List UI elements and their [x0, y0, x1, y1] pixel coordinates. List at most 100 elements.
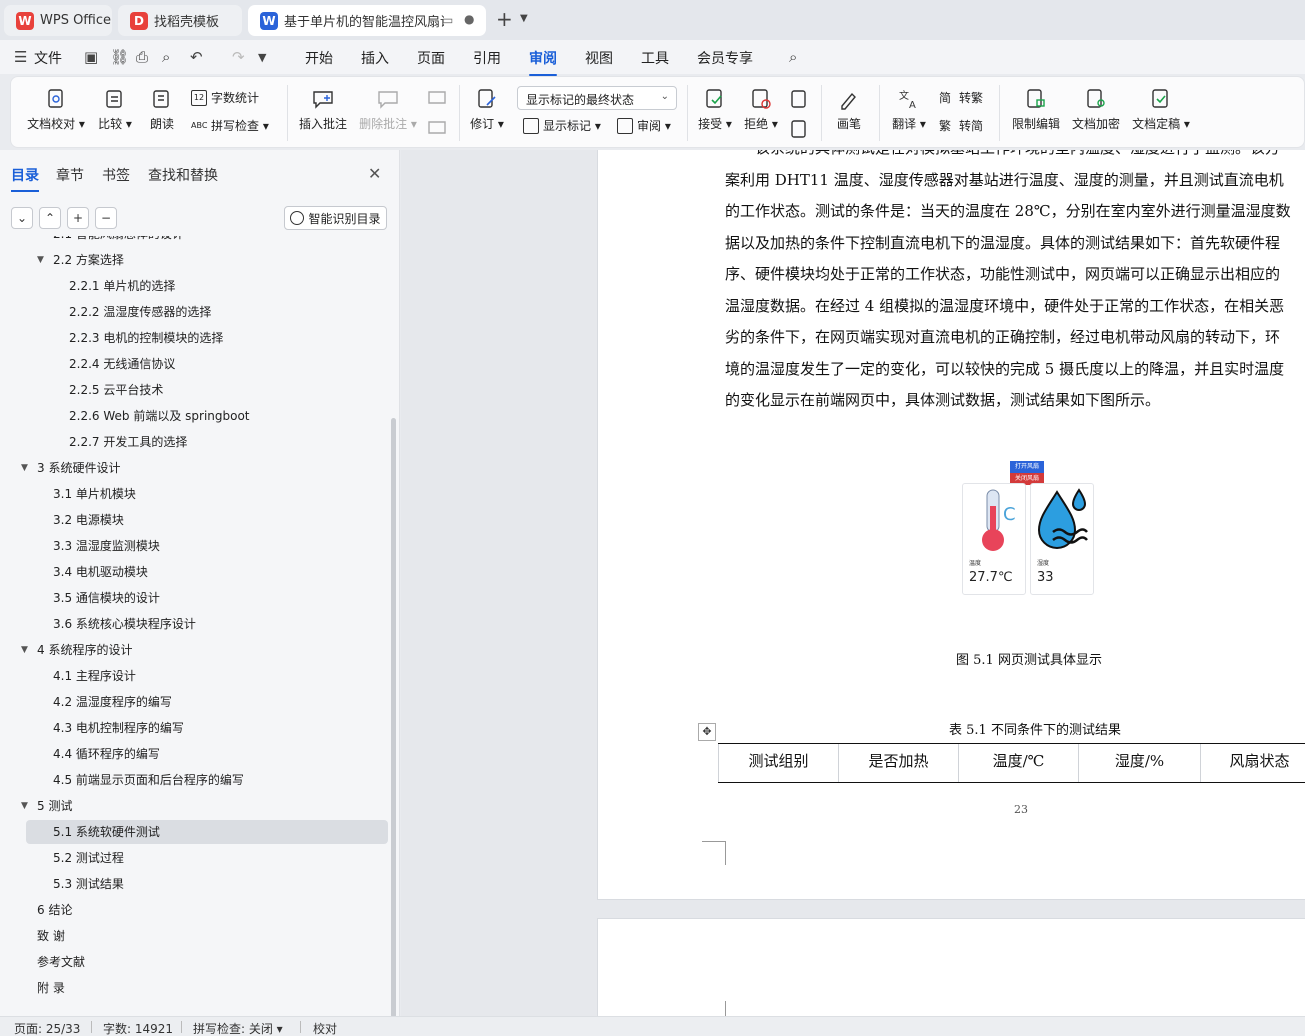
- prev-comment-button[interactable]: [425, 87, 449, 115]
- toc-item[interactable]: 3.2 电源模块: [26, 508, 388, 532]
- menu-tools[interactable]: 工具: [641, 48, 669, 68]
- expand-arrow-icon[interactable]: ▼: [21, 638, 28, 662]
- toc-item[interactable]: 2.2.6 Web 前端以及 springboot: [26, 404, 388, 428]
- read-aloud-button[interactable]: 朗读: [145, 87, 179, 132]
- toc-item[interactable]: 3.4 电机驱动模块: [26, 560, 388, 584]
- toc-item[interactable]: ▼ 4 系统程序的设计: [21, 638, 388, 662]
- more-chevron-icon[interactable]: ▼: [258, 51, 266, 64]
- markup-mode-select[interactable]: 显示标记的最终状态 ⌄: [517, 86, 677, 110]
- proofread-status[interactable]: 校对: [313, 1020, 337, 1036]
- doc-finalize-button[interactable]: 文档定稿 ▾: [1129, 87, 1193, 132]
- toc-item[interactable]: 2.2.2 温湿度传感器的选择: [26, 300, 388, 324]
- tab-sections[interactable]: 章节: [56, 165, 84, 185]
- menu-references[interactable]: 引用: [473, 48, 501, 68]
- toc-item[interactable]: 2.2.7 开发工具的选择: [26, 430, 388, 454]
- expand-all-button[interactable]: +: [67, 207, 89, 229]
- share-icon[interactable]: ⛓: [110, 48, 129, 66]
- toc-item[interactable]: 致 谢: [26, 924, 388, 948]
- menu-page[interactable]: 页面: [417, 48, 445, 68]
- toc-item[interactable]: 3.1 单片机模块: [26, 482, 388, 506]
- track-changes-button[interactable]: 修订 ▾: [467, 87, 507, 132]
- translate-button[interactable]: 文A 翻译 ▾: [889, 87, 929, 132]
- toc-item[interactable]: 参考文献: [26, 950, 388, 974]
- accept-button[interactable]: 接受 ▾: [695, 87, 735, 132]
- to-traditional-button[interactable]: 简 转繁: [939, 89, 983, 106]
- toc-item[interactable]: 3.5 通信模块的设计: [26, 586, 388, 610]
- toc-item[interactable]: 2.2.5 云平台技术: [26, 378, 388, 402]
- close-icon[interactable]: ✕: [368, 164, 381, 183]
- toc-item[interactable]: 3.6 系统核心模块程序设计: [26, 612, 388, 636]
- toc-item[interactable]: 2.2.1 单片机的选择: [26, 274, 388, 298]
- table-move-handle[interactable]: ✥: [698, 723, 716, 741]
- screen-icon[interactable]: ▭: [442, 13, 453, 27]
- toc-item[interactable]: ▼ 2.2 方案选择: [26, 248, 388, 272]
- toc-item[interactable]: 4.5 前端显示页面和后台程序的编写: [26, 768, 388, 792]
- tab-find-replace[interactable]: 查找和替换: [148, 165, 218, 185]
- toc-item[interactable]: 4.4 循环程序的编写: [26, 742, 388, 766]
- menu-review[interactable]: 审阅: [529, 48, 557, 76]
- tab-bookmarks[interactable]: 书签: [102, 165, 130, 185]
- spell-check-button[interactable]: ABC 拼写检查 ▾: [191, 117, 269, 134]
- next-comment-button[interactable]: [425, 117, 449, 145]
- toc-item[interactable]: 3.3 温湿度监测模块: [26, 534, 388, 558]
- toc-item[interactable]: 5.1 系统软硬件测试: [26, 820, 388, 844]
- toc-item[interactable]: 2.2.4 无线通信协议: [26, 352, 388, 376]
- toc-item[interactable]: 6 结论: [26, 898, 388, 922]
- expand-arrow-icon[interactable]: ▼: [21, 456, 28, 480]
- toc-item[interactable]: 4.1 主程序设计: [26, 664, 388, 688]
- toc-item[interactable]: 附 录: [26, 976, 388, 1000]
- doc-proof-button[interactable]: 文档校对 ▾: [27, 87, 85, 132]
- hamburger-icon[interactable]: ☰: [14, 48, 27, 66]
- expand-arrow-icon[interactable]: ▼: [37, 248, 44, 272]
- spell-check-status[interactable]: 拼写检查: 关闭 ▾: [193, 1020, 283, 1036]
- print-icon[interactable]: ⎙: [136, 48, 148, 66]
- word-count-button[interactable]: 12 字数统计: [191, 89, 259, 106]
- menu-home[interactable]: 开始: [305, 48, 333, 68]
- toc-item[interactable]: 4.2 温湿度程序的编写: [26, 690, 388, 714]
- toc-item[interactable]: ▼ 5 测试: [21, 794, 388, 818]
- compare-button[interactable]: 比较 ▾: [95, 87, 135, 132]
- insert-comment-button[interactable]: 插入批注: [297, 87, 349, 132]
- tab-toc[interactable]: 目录: [11, 165, 39, 192]
- document-area[interactable]: 该系统的具体测试是在对模拟基站工作环境的室内温度、湿度进行了监测。该方案利用 D…: [401, 150, 1305, 1016]
- toc-item[interactable]: 2.1 智能风扇总体的设计: [26, 236, 388, 246]
- to-simplified-button[interactable]: 繁 转简: [939, 117, 983, 134]
- new-tab-button[interactable]: +: [496, 9, 513, 29]
- search-icon[interactable]: ⌕: [789, 48, 797, 66]
- sidebar-scrollbar[interactable]: [391, 418, 396, 1018]
- pen-button[interactable]: 画笔: [831, 87, 867, 132]
- tab-docer-templates[interactable]: D 找稻壳模板: [118, 5, 242, 36]
- undo-icon[interactable]: ↶: [190, 48, 203, 66]
- doc-encrypt-button[interactable]: 文档加密: [1069, 87, 1123, 132]
- menu-view[interactable]: 视图: [585, 48, 613, 68]
- chevron-down-icon[interactable]: ▼: [520, 13, 528, 24]
- reject-button[interactable]: 拒绝 ▾: [741, 87, 781, 132]
- show-markup-button[interactable]: 显示标记 ▾: [523, 117, 601, 134]
- delete-comment-button[interactable]: 删除批注 ▾: [357, 87, 419, 132]
- prev-change-button[interactable]: [787, 87, 811, 115]
- expand-arrow-icon[interactable]: ▼: [21, 794, 28, 818]
- collapse-up-button[interactable]: ⌃: [39, 207, 61, 229]
- save-icon[interactable]: ▣: [84, 48, 98, 66]
- toc-item[interactable]: 5.2 测试过程: [26, 846, 388, 870]
- toc-item[interactable]: 2.2.3 电机的控制模块的选择: [26, 326, 388, 350]
- smart-toc-button[interactable]: 智能识别目录: [284, 206, 387, 230]
- print-preview-icon[interactable]: ⌕: [162, 48, 170, 66]
- tab-current-document[interactable]: W 基于单片机的智能温控风扇设计 ▭ ●: [248, 5, 486, 36]
- redo-icon[interactable]: ↷: [232, 48, 245, 66]
- menu-bar: ☰ 文件 ▣ ⛓ ⎙ ⌕ ↶ ↷ ▼ 开始 插入 页面 引用 审阅 视图 工具 …: [0, 40, 1305, 76]
- collapse-down-button[interactable]: ⌄: [11, 207, 33, 229]
- page-indicator[interactable]: 页面: 25/33: [14, 1020, 80, 1036]
- toc-item[interactable]: 4.3 电机控制程序的编写: [26, 716, 388, 740]
- next-change-button[interactable]: [787, 117, 811, 145]
- tab-wps-office[interactable]: W WPS Office: [4, 5, 112, 36]
- review-pane-button[interactable]: 审阅 ▾: [617, 117, 671, 134]
- restrict-edit-button[interactable]: 限制编辑: [1009, 87, 1063, 132]
- collapse-all-button[interactable]: −: [95, 207, 117, 229]
- menu-insert[interactable]: 插入: [361, 48, 389, 68]
- menu-membership[interactable]: 会员专享: [697, 48, 753, 68]
- toc-item[interactable]: ▼ 3 系统硬件设计: [21, 456, 388, 480]
- word-count-indicator[interactable]: 字数: 14921: [103, 1020, 173, 1036]
- toc-item[interactable]: 5.3 测试结果: [26, 872, 388, 896]
- menu-file[interactable]: 文件: [34, 48, 62, 68]
